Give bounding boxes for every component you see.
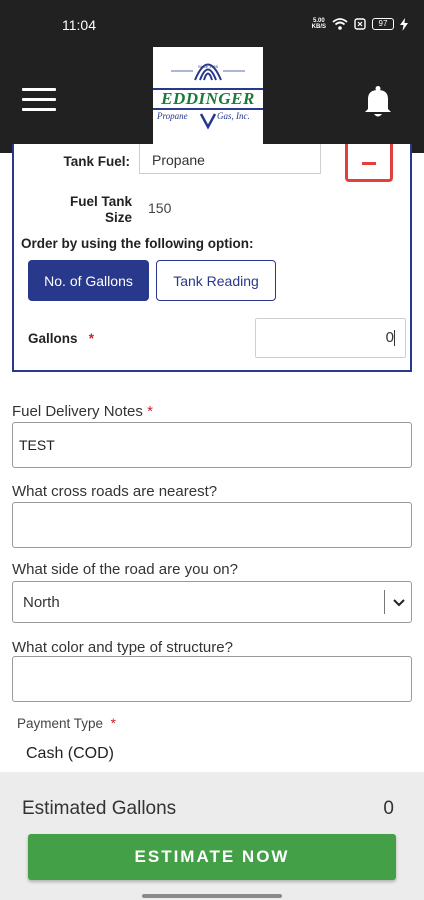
tank-reading-button[interactable]: Tank Reading — [156, 260, 276, 301]
network-speed-unit: KB/S — [311, 24, 326, 30]
delivery-notes-label: Fuel Delivery Notes * — [12, 403, 153, 420]
gallons-input[interactable]: 0 — [255, 318, 406, 358]
logo-propane: Propane — [157, 111, 188, 121]
road-side-value: North — [23, 594, 60, 611]
payment-type-value[interactable]: Cash (COD) — [26, 745, 114, 763]
remove-tank-button[interactable] — [345, 144, 393, 182]
select-divider — [384, 590, 385, 614]
delivery-notes-required-mark: * — [147, 403, 153, 420]
estimate-bar: Estimated Gallons 0 ESTIMATE NOW — [0, 772, 424, 900]
tank-size-label: Fuel Tank Size — [48, 194, 132, 226]
sim-icon — [354, 18, 366, 30]
gallons-label-text: Gallons — [28, 331, 78, 346]
no-of-gallons-button[interactable]: No. of Gallons — [28, 260, 149, 301]
structure-label: What color and type of structure? — [12, 639, 233, 656]
network-speed: 5.00 KB/S — [312, 18, 326, 30]
logo-name: EDDINGER — [153, 88, 263, 110]
minus-icon — [362, 162, 376, 165]
tank-size-value: 150 — [148, 200, 172, 216]
tank-fuel-label: Tank Fuel: — [63, 154, 130, 169]
status-icons: 5.00 KB/S 97 — [312, 17, 408, 31]
battery-level: 97 — [378, 19, 388, 28]
cross-roads-label: What cross roads are nearest? — [12, 483, 218, 500]
home-indicator[interactable] — [142, 894, 282, 898]
status-bar: 11:04 5.00 KB/S 97 — [0, 0, 424, 50]
tank-size-label-line1: Fuel Tank — [69, 194, 132, 209]
payment-type-label-text: Payment Type — [17, 716, 104, 731]
order-by-label: Order by using the following option: — [21, 236, 254, 251]
brand-logo: Since 1955 EDDINGER Propane Gas, Inc. — [153, 47, 263, 153]
battery-icon: 97 — [372, 18, 394, 30]
app-header: Since 1955 EDDINGER Propane Gas, Inc. — [0, 47, 424, 153]
status-time: 11:04 — [62, 17, 96, 33]
estimate-now-button[interactable]: ESTIMATE NOW — [28, 834, 396, 880]
tank-order-card: Tank Fuel: Propane Fuel Tank Size 150 Or… — [12, 144, 412, 372]
payment-type-label: Payment Type * — [17, 716, 116, 731]
delivery-notes-label-text: Fuel Delivery Notes — [12, 403, 143, 420]
gallons-input-value: 0 — [385, 329, 394, 346]
wifi-icon — [332, 18, 348, 30]
chevron-down-icon — [393, 599, 405, 607]
payment-required-mark: * — [110, 716, 116, 731]
road-side-label: What side of the road are you on? — [12, 561, 238, 578]
logo-since: Since 1955 — [197, 64, 218, 69]
gallons-required-mark: * — [88, 331, 95, 346]
estimated-gallons-label: Estimated Gallons — [22, 798, 177, 819]
charging-icon — [400, 17, 408, 31]
notification-bell-icon[interactable] — [361, 84, 395, 118]
logo-gas-inc: Gas, Inc. — [217, 111, 250, 121]
menu-icon[interactable] — [22, 88, 56, 112]
structure-input[interactable] — [12, 656, 412, 702]
road-side-select[interactable]: North — [12, 581, 412, 623]
cross-roads-input[interactable] — [12, 502, 412, 548]
estimated-gallons-value: 0 — [383, 798, 394, 819]
tank-size-label-line2: Size — [104, 210, 132, 225]
gallons-label: Gallons * — [28, 331, 94, 346]
delivery-notes-input[interactable]: TEST — [12, 422, 412, 468]
